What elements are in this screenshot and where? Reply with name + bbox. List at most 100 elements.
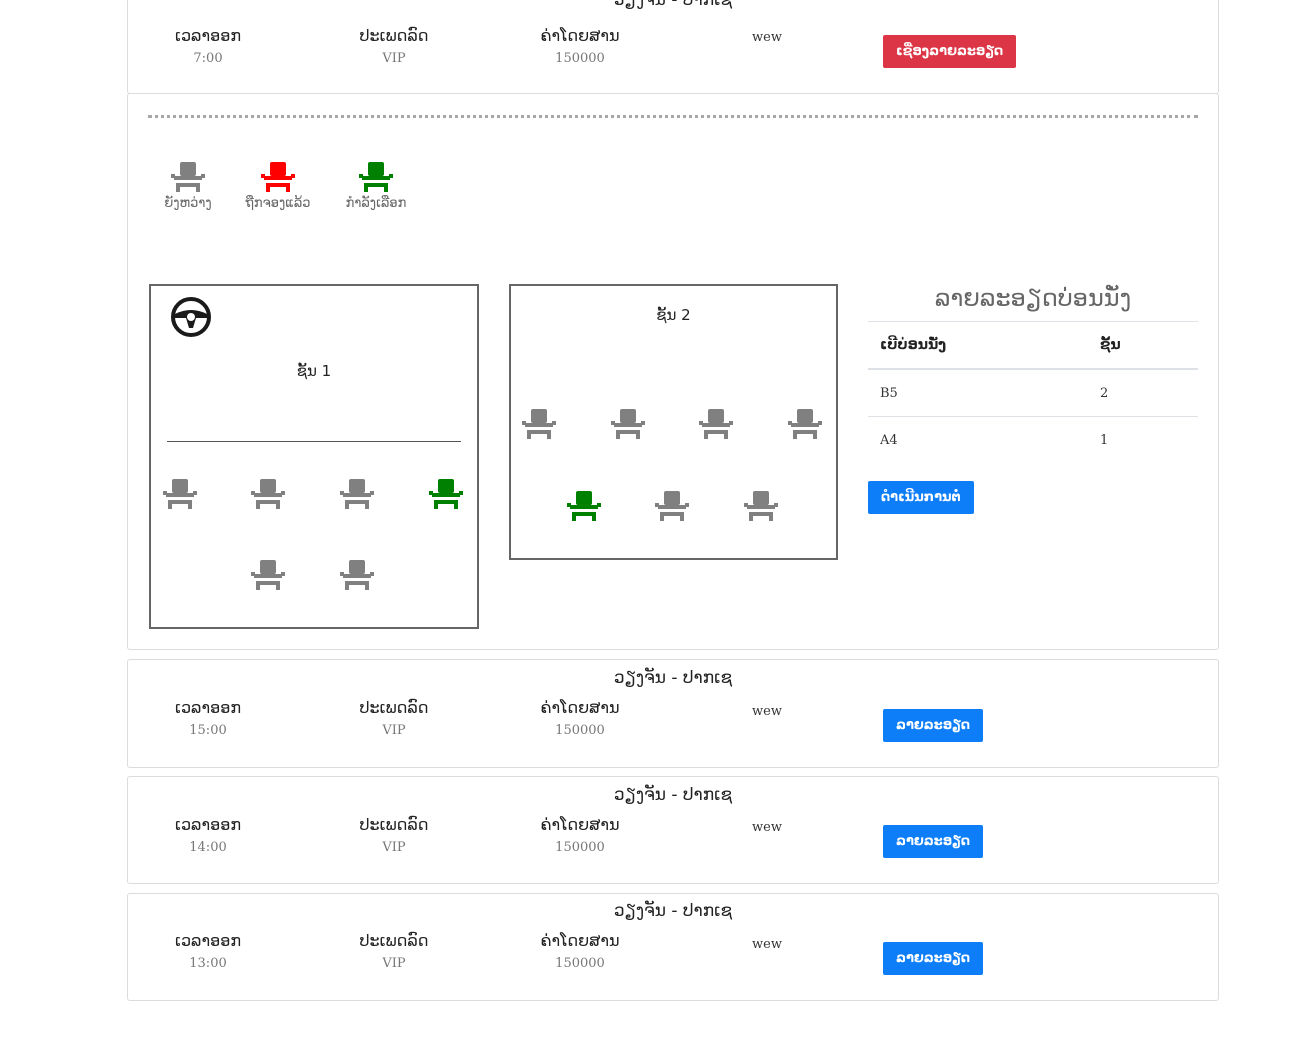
seat-available[interactable]: [744, 491, 778, 521]
fare-header: ຄ່າໂດຍສານ: [540, 698, 620, 717]
trip-card: ວຽງຈັນ - ປາກເຊ ເວລາອອກ 15:00 ປະເພດລົດ VI…: [127, 659, 1219, 768]
fare-value: 150000: [555, 840, 605, 855]
seat-available[interactable]: [611, 409, 645, 439]
seat-number-cell: B5: [868, 368, 1088, 417]
fare: ຄ່າໂດຍສານ 150000: [530, 815, 630, 855]
bus-type: ປະເພດລົດ VIP: [344, 815, 444, 855]
legend-selected-label: ກຳລັງເລືອກ: [345, 196, 407, 211]
seat-number-header: ເບີບ່ອນນັ່ງ: [868, 321, 1088, 370]
seat-available[interactable]: [699, 409, 733, 439]
hide-details-button[interactable]: ເຊື່ອງລາຍລະອຽດ: [883, 35, 1017, 68]
bus-type-header: ປະເພດລົດ: [359, 815, 429, 834]
steering-wheel-icon: [171, 297, 211, 337]
fare-value: 150000: [555, 51, 605, 66]
deck-2: ຊັ້ນ 2: [509, 284, 838, 560]
table-header-row: ເບີບ່ອນນັ່ງ ຊັ້ນ: [868, 321, 1198, 370]
details-button[interactable]: ລາຍລະອຽດ: [883, 709, 984, 742]
seat-panel: ຍັງຫວ່າງ ຖືກຈອງແລ້ວ ກຳລັງເລືອກ ຊັ້ນ 1 ຊັ…: [127, 93, 1219, 650]
trip-route: ວຽງຈັນ - ປາກເຊ: [613, 901, 733, 921]
trip-route: ວຽງຈັນ - ປາກເຊ: [613, 668, 733, 688]
bus-type-value: VIP: [382, 956, 406, 971]
continue-button[interactable]: ດຳເນີນການຕໍ່: [868, 481, 974, 514]
departure-time-header: ເວລາອອກ: [174, 931, 242, 950]
trip-card: ວຽງຈັນ - ປາກເຊ ເວລາອອກ 7:00 ປະເພດລົດ VIP…: [127, 0, 1219, 94]
fare-header: ຄ່າໂດຍສານ: [540, 26, 620, 45]
seat-available[interactable]: [163, 479, 197, 509]
seat-icon: [359, 162, 393, 192]
seat-icon: [251, 560, 285, 590]
seat-summary-table: ເບີບ່ອນນັ່ງ ຊັ້ນ B5 2 A4 1: [868, 321, 1198, 463]
deck-1-divider: [167, 441, 461, 442]
table-row: B5 2: [868, 368, 1198, 417]
trip-note: wew: [752, 820, 782, 835]
bus-type-value: VIP: [382, 840, 406, 855]
legend-selected: ກຳລັງເລືອກ: [340, 162, 412, 211]
bus-type-header: ປະເພດລົດ: [359, 698, 429, 717]
seat-available[interactable]: [522, 409, 556, 439]
departure-time-header: ເວລາອອກ: [174, 815, 242, 834]
seat-icon: [340, 560, 374, 590]
departure-time-value: 14:00: [189, 840, 227, 855]
table-row: A4 1: [868, 416, 1198, 463]
seat-available[interactable]: [655, 491, 689, 521]
departure-time: ເວລາອອກ 7:00: [158, 26, 258, 66]
legend-booked-label: ຖືກຈອງແລ້ວ: [245, 196, 311, 211]
fare-header: ຄ່າໂດຍສານ: [540, 815, 620, 834]
departure-time-header: ເວລາອອກ: [174, 26, 242, 45]
seat-icon: [163, 479, 197, 509]
details-button[interactable]: ລາຍລະອຽດ: [883, 942, 984, 975]
departure-time-header: ເວລາອອກ: [174, 698, 242, 717]
bus-type-value: VIP: [382, 723, 406, 738]
departure-time-value: 7:00: [193, 51, 223, 66]
departure-time-value: 15:00: [189, 723, 227, 738]
seat-summary-title: ລາຍລະອຽດບ່ອນນັ່ງ: [934, 284, 1132, 312]
deck-1: ຊັ້ນ 1: [149, 284, 479, 629]
details-button[interactable]: ລາຍລະອຽດ: [883, 825, 984, 858]
departure-time-value: 13:00: [189, 956, 227, 971]
legend-available-label: ຍັງຫວ່າງ: [164, 196, 212, 211]
trip-note: wew: [752, 30, 782, 45]
departure-time: ເວລາອອກ 14:00: [158, 815, 258, 855]
seat-available[interactable]: [340, 560, 374, 590]
fare: ຄ່າໂດຍສານ 150000: [530, 931, 630, 971]
seat-available[interactable]: [340, 479, 374, 509]
trip-card: ວຽງຈັນ - ປາກເຊ ເວລາອອກ 13:00 ປະເພດລົດ VI…: [127, 893, 1219, 1001]
bus-type: ປະເພດລົດ VIP: [344, 26, 444, 66]
deck-header: ຊັ້ນ: [1088, 321, 1198, 370]
seat-number-cell: A4: [868, 416, 1088, 463]
bus-type-header: ປະເພດລົດ: [359, 26, 429, 45]
seat-available[interactable]: [251, 560, 285, 590]
departure-time: ເວລາອອກ 15:00: [158, 698, 258, 738]
seat-icon: [429, 479, 463, 509]
seat-icon: [261, 162, 295, 192]
seat-icon: [611, 409, 645, 439]
seat-available[interactable]: [788, 409, 822, 439]
seat-available[interactable]: [251, 479, 285, 509]
seat-icon: [788, 409, 822, 439]
seat-selected[interactable]: [429, 479, 463, 509]
fare-value: 150000: [555, 723, 605, 738]
departure-time: ເວລາອອກ 13:00: [158, 931, 258, 971]
seat-icon: [699, 409, 733, 439]
bus-type-header: ປະເພດລົດ: [359, 931, 429, 950]
seat-icon: [171, 162, 205, 192]
deck-cell: 1: [1088, 416, 1198, 463]
seat-selected[interactable]: [567, 491, 601, 521]
seat-icon: [744, 491, 778, 521]
seat-icon: [567, 491, 601, 521]
seat-icon: [522, 409, 556, 439]
trip-note: wew: [752, 937, 782, 952]
seat-icon: [251, 479, 285, 509]
fare-value: 150000: [555, 956, 605, 971]
bus-type: ປະເພດລົດ VIP: [344, 698, 444, 738]
deck-cell: 2: [1088, 368, 1198, 417]
dotted-divider: [148, 115, 1198, 118]
fare-header: ຄ່າໂດຍສານ: [540, 931, 620, 950]
fare: ຄ່າໂດຍສານ 150000: [530, 26, 630, 66]
bus-type: ປະເພດລົດ VIP: [344, 931, 444, 971]
legend-booked: ຖືກຈອງແລ້ວ: [242, 162, 314, 211]
fare: ຄ່າໂດຍສານ 150000: [530, 698, 630, 738]
trip-route: ວຽງຈັນ - ປາກເຊ: [613, 785, 733, 805]
bus-type-value: VIP: [382, 51, 406, 66]
deck-2-title: ຊັ້ນ 2: [656, 306, 691, 324]
